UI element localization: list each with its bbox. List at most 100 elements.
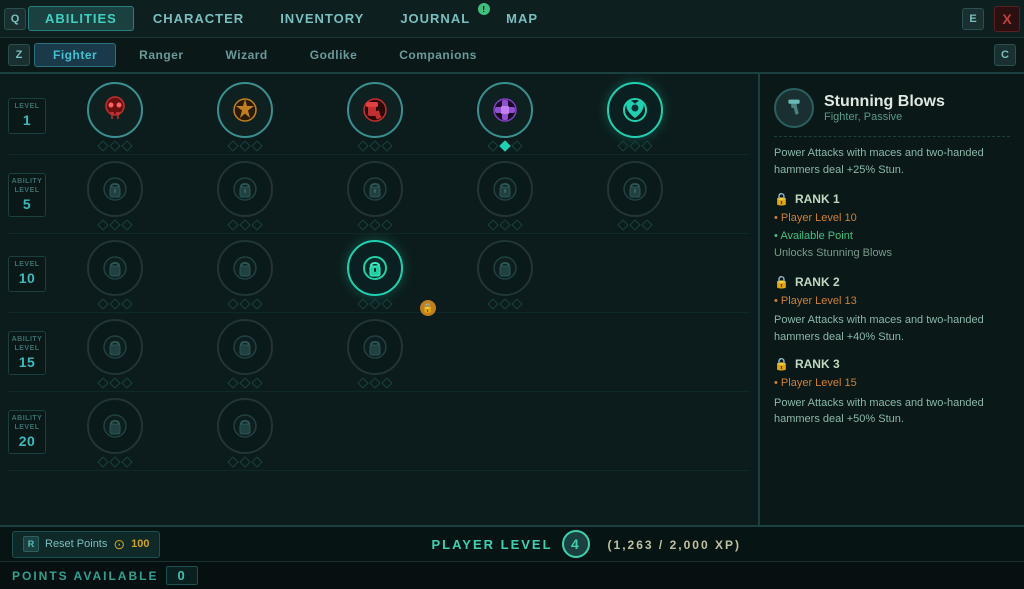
skill-name: Stunning Blows [824,93,945,111]
level-label-20: ABILITY LEVEL 20 [8,410,46,454]
ability-icon-10-1[interactable] [87,240,143,296]
key-e: E [962,8,984,30]
reset-key: R [23,536,39,552]
sub-tab-companions[interactable]: Companions [380,43,496,67]
ability-diamonds-1-1 [99,142,131,150]
close-button[interactable]: X [994,6,1020,32]
rank-lock-icon-3: 🔒 [774,357,789,371]
ability-icon-1-3[interactable] [347,82,403,138]
ability-diamonds-1-5 [619,142,651,150]
rank-header-1: 🔒 RANK 1 [774,192,1010,206]
ability-icon-20-2[interactable] [217,398,273,454]
level-row-15: ABILITY LEVEL 15 [8,315,750,392]
ability-icon-1-4[interactable] [477,82,533,138]
ability-icon-5-2[interactable] [217,161,273,217]
ability-icon-15-2[interactable] [217,319,273,375]
skill-title-group: Stunning Blows Fighter, Passive [824,93,945,123]
ability-slot-20-2[interactable] [180,398,310,466]
ability-icon-10-2[interactable] [217,240,273,296]
abilities-grid-20 [46,398,750,466]
ability-icon-20-1[interactable] [87,398,143,454]
ability-slot-5-2[interactable] [180,161,310,229]
rank-req-point-1: • Available Point [774,230,853,242]
abilities-grid-10: 🔒 [46,240,750,308]
points-available-value: 0 [166,566,197,585]
abilities-panel: LEVEL 1 [0,74,760,525]
ability-icon-5-3[interactable] [347,161,403,217]
nav-tab-abilities[interactable]: ABILITIES [28,6,134,31]
ability-slot-15-2[interactable] [180,319,310,387]
ability-slot-1-2[interactable] [180,82,310,150]
sub-tab-fighter[interactable]: Fighter [34,43,116,67]
ability-icon-1-2[interactable] [217,82,273,138]
ability-icon-5-4[interactable] [477,161,533,217]
sub-tab-wizard[interactable]: Wizard [207,43,287,67]
nav-tab-journal[interactable]: JOURNAL ! [383,6,487,31]
ability-icon-15-3[interactable] [347,319,403,375]
ability-icon-1-5[interactable] [607,82,663,138]
ability-slot-5-4[interactable] [440,161,570,229]
rank-label-2: RANK 2 [795,275,840,289]
rank-req-level-2: • Player Level 13 [774,295,857,307]
level-label-10: LEVEL 10 [8,256,46,291]
ability-slot-1-5[interactable] [570,82,700,150]
ability-slot-1-1[interactable] [50,82,180,150]
ability-slot-1-3[interactable] [310,82,440,150]
skill-type: Fighter, Passive [824,111,945,123]
rank-req-3: • Player Level 15 [774,375,1010,393]
player-level-bar: PLAYER LEVEL 4 (1,263 / 2,000 XP) [160,530,1012,558]
nav-tab-inventory[interactable]: INVENTORY [263,6,381,31]
level-rows: LEVEL 1 [0,74,758,525]
ability-slot-15-1[interactable] [50,319,180,387]
sub-tab-ranger[interactable]: Ranger [120,43,202,67]
rank-label-1: RANK 1 [795,192,840,206]
rank-section-1: 🔒 RANK 1 • Player Level 10 • Available P… [774,192,1010,263]
rank-header-3: 🔒 RANK 3 [774,357,1010,371]
ability-slot-10-3[interactable]: 🔒 [310,240,440,308]
ability-diamonds-1-4 [489,142,521,150]
nav-tab-map[interactable]: MAP [489,6,555,31]
player-level-badge: 4 [562,530,590,558]
ability-diamonds-1-3 [359,142,391,150]
ability-icon-15-1[interactable] [87,319,143,375]
top-navigation: Q ABILITIES CHARACTER INVENTORY JOURNAL … [0,0,1024,38]
xp-max: 2,000 [670,538,710,552]
rank-lock-icon-2: 🔒 [774,275,789,289]
points-available-bar: POINTS AVAILABLE 0 [0,561,1024,589]
ability-slot-5-5[interactable] [570,161,700,229]
level-label-15: ABILITY LEVEL 15 [8,331,46,375]
rank-header-2: 🔒 RANK 2 [774,275,1010,289]
info-panel: Stunning Blows Fighter, Passive Power At… [760,74,1024,525]
ability-slot-10-4[interactable] [440,240,570,308]
key-c: C [994,44,1016,66]
ability-icon-5-5[interactable] [607,161,663,217]
nav-tab-character[interactable]: CHARACTER [136,6,261,31]
ability-slot-15-3[interactable] [310,319,440,387]
reset-button[interactable]: R Reset Points ⊙ 100 [12,531,160,558]
rank-section-2: 🔒 RANK 2 • Player Level 13 Power Attacks… [774,275,1010,346]
skill-description: Power Attacks with maces and two-handed … [774,145,1010,178]
level-row-10: LEVEL 10 [8,236,750,313]
ability-icon-10-3[interactable] [347,240,403,296]
ability-slot-10-2[interactable] [180,240,310,308]
rank-req-2: • Player Level 13 [774,293,1010,311]
sub-navigation: Z Fighter Ranger Wizard Godlike Companio… [0,38,1024,74]
xp-display: (1,263 / 2,000 XP) [608,538,741,552]
ability-icon-1-1[interactable] [87,82,143,138]
points-available-label: POINTS AVAILABLE [12,569,158,583]
ability-slot-5-3[interactable] [310,161,440,229]
level-row-1: LEVEL 1 [8,78,750,155]
abilities-grid-15 [46,319,750,387]
ability-slot-5-1[interactable] [50,161,180,229]
sub-tab-godlike[interactable]: Godlike [291,43,377,67]
rank-desc-2: Power Attacks with maces and two-handed … [774,312,1010,345]
ability-slot-1-4[interactable] [440,82,570,150]
ability-diamonds-1-2 [229,142,261,150]
ability-icon-10-4[interactable] [477,240,533,296]
ability-slot-10-1[interactable] [50,240,180,308]
ability-icon-5-1[interactable] [87,161,143,217]
ability-slot-20-1[interactable] [50,398,180,466]
key-q: Q [4,8,26,30]
level-row-20: ABILITY LEVEL 20 [8,394,750,471]
level-label-1: LEVEL 1 [8,98,46,133]
